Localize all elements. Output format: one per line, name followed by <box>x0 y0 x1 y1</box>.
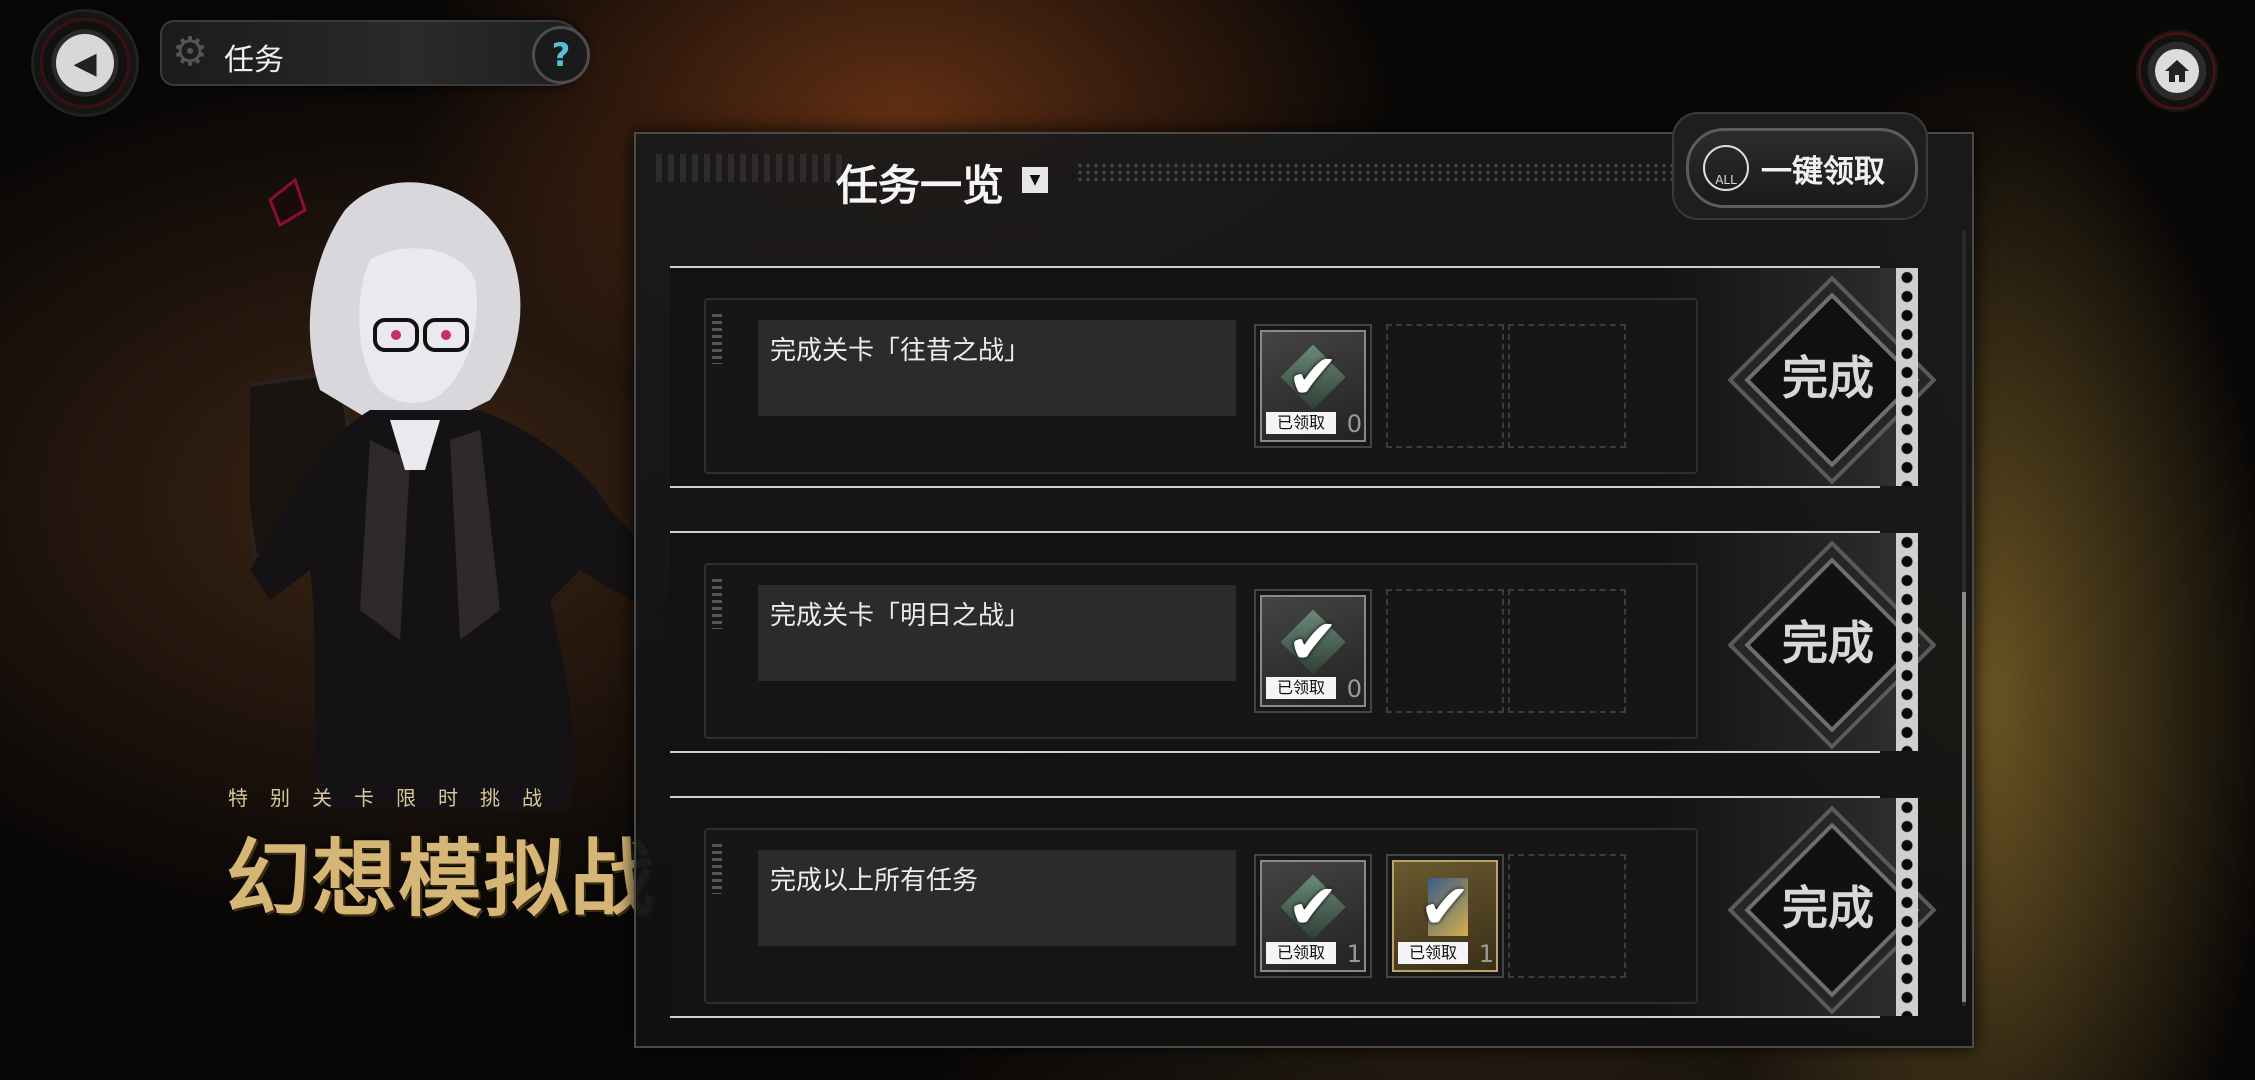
claimed-badge: 已领取 <box>1266 412 1336 434</box>
reward-item[interactable]: ✔ 已领取 1 <box>1392 860 1498 972</box>
mission-panel: 任务一览 ▼ ALL 一键领取 完成关卡「往昔之战」 ✔ 已领取 0 完成 完成… <box>634 112 1974 1048</box>
checkmark-icon: ✔ <box>1287 340 1339 413</box>
filter-dropdown-button[interactable]: ▼ <box>1022 167 1048 193</box>
panel-title: 任务一览 <box>836 161 1005 210</box>
mission-row: 完成以上所有任务 ✔ 已领取 1 ✔ 已领取 1 完成 <box>670 796 1920 1018</box>
reward-item[interactable]: ✔ 已领取 1 <box>1260 860 1366 972</box>
reward-quantity: 0 <box>1346 410 1362 438</box>
mission-description: 完成关卡「明日之战」 <box>770 601 1031 631</box>
claim-all-frame: ALL 一键领取 <box>1672 112 1928 220</box>
page-title: 任务 <box>224 43 284 78</box>
mission-description-box: 完成关卡「明日之战」 <box>758 585 1236 681</box>
reward-slot-empty <box>1508 324 1626 448</box>
reward-slot-empty <box>1508 589 1626 713</box>
checkmark-icon: ✔ <box>1419 870 1471 943</box>
panel-dots-decoration <box>1076 162 1676 182</box>
mission-row: 完成关卡「明日之战」 ✔ 已领取 0 完成 <box>670 531 1920 753</box>
title-bar: ⚙ 任务 ? <box>160 20 590 86</box>
checkmark-icon: ✔ <box>1287 870 1339 943</box>
reward-quantity: 0 <box>1346 675 1362 703</box>
claimed-badge: 已领取 <box>1266 677 1336 699</box>
reward-item[interactable]: ✔ 已领取 0 <box>1260 330 1366 442</box>
reward-slot-empty <box>1386 589 1504 713</box>
checkmark-icon: ✔ <box>1287 605 1339 678</box>
character-illustration <box>250 177 680 810</box>
home-icon <box>2155 49 2199 93</box>
home-button[interactable] <box>2136 30 2218 112</box>
panel-decoration <box>656 154 846 182</box>
mission-description: 完成以上所有任务 <box>770 866 979 896</box>
scrollbar[interactable] <box>1962 230 1966 1006</box>
claimed-badge: 已领取 <box>1266 942 1336 964</box>
reward-quantity: 1 <box>1478 940 1494 968</box>
back-arrow-icon: ◀ <box>56 34 114 92</box>
claim-all-button[interactable]: ALL 一键领取 <box>1686 128 1918 208</box>
mission-card: 完成关卡「往昔之战」 ✔ 已领取 0 <box>704 298 1698 474</box>
reward-slot[interactable]: ✔ 已领取 0 <box>1254 324 1372 448</box>
gear-icon: ⚙ <box>172 29 208 75</box>
mission-description-box: 完成关卡「往昔之战」 <box>758 320 1236 416</box>
reward-slot[interactable]: ✔ 已领取 1 <box>1386 854 1504 978</box>
scrollbar-thumb[interactable] <box>1962 592 1966 1002</box>
reward-slot-empty <box>1508 854 1626 978</box>
reward-slot[interactable]: ✔ 已领取 0 <box>1254 589 1372 713</box>
mission-card: 完成关卡「明日之战」 ✔ 已领取 0 <box>704 563 1698 739</box>
claimed-badge: 已领取 <box>1398 942 1468 964</box>
mission-row: 完成关卡「往昔之战」 ✔ 已领取 0 完成 <box>670 266 1920 488</box>
reward-item[interactable]: ✔ 已领取 0 <box>1260 595 1366 707</box>
ticket-perforation <box>1896 533 1918 751</box>
ticket-perforation <box>1896 798 1918 1016</box>
back-button[interactable]: ◀ <box>34 12 136 114</box>
download-all-icon: ALL <box>1703 145 1749 191</box>
ticket-perforation <box>1896 268 1918 486</box>
mission-card: 完成以上所有任务 ✔ 已领取 1 ✔ 已领取 1 <box>704 828 1698 1004</box>
reward-slot[interactable]: ✔ 已领取 1 <box>1254 854 1372 978</box>
reward-quantity: 1 <box>1346 940 1362 968</box>
mission-description-box: 完成以上所有任务 <box>758 850 1236 946</box>
help-button[interactable]: ? <box>532 26 590 84</box>
reward-slot-empty <box>1386 324 1504 448</box>
claim-all-label: 一键领取 <box>1761 153 1885 190</box>
event-subtitle: 特别关卡限时挑战 <box>228 786 564 810</box>
mission-description: 完成关卡「往昔之战」 <box>770 336 1031 366</box>
event-title: 幻想模拟战 <box>226 829 657 928</box>
